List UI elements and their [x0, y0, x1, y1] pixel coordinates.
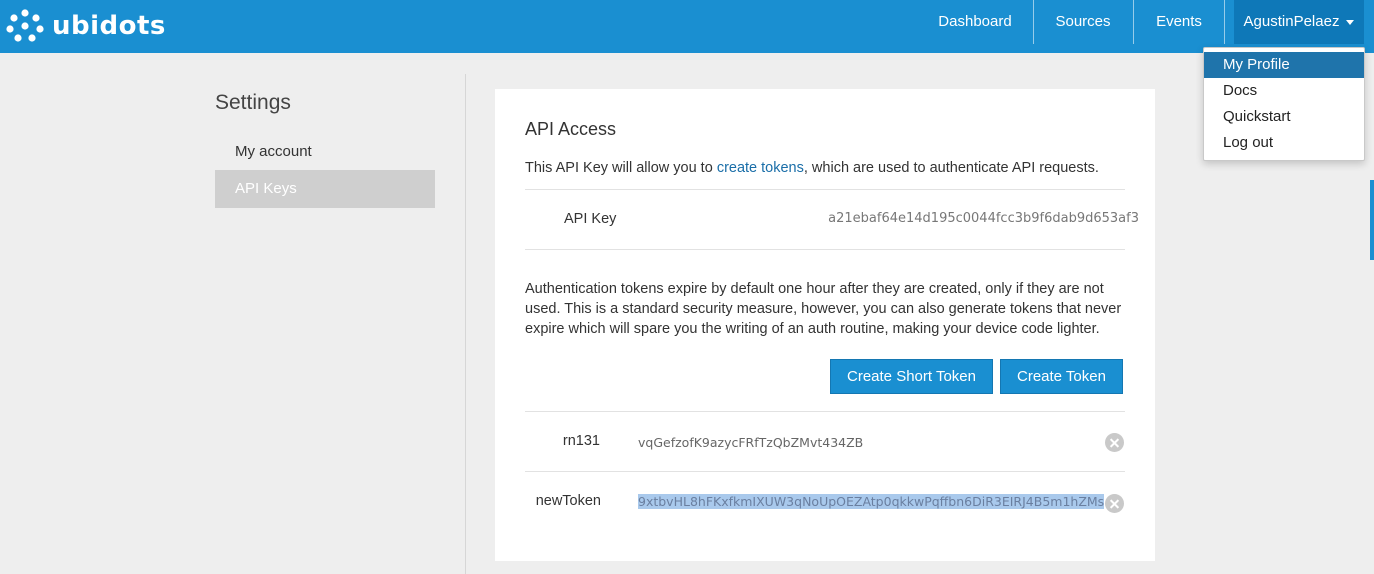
divider — [525, 189, 1125, 190]
create-tokens-link[interactable]: create tokens — [717, 160, 804, 176]
ubidots-logo[interactable]: ubidots — [6, 6, 166, 46]
nav-dashboard[interactable]: Dashboard — [926, 0, 1024, 44]
username: AgustinPelaez — [1243, 13, 1340, 30]
sidebar-item-my-account[interactable]: My account — [215, 133, 435, 171]
sidebar-divider — [465, 74, 466, 574]
delete-token-icon[interactable] — [1105, 494, 1124, 513]
menu-item-quickstart[interactable]: Quickstart — [1204, 104, 1364, 130]
api-intro-text: This API Key will allow you to create to… — [525, 160, 1099, 176]
menu-item-log-out[interactable]: Log out — [1204, 130, 1364, 156]
token-value-selected[interactable]: 9xtbvHL8hFKxfkmIXUW3qNoUpOEZAtp0qkkwPqff… — [638, 494, 1105, 509]
nav-sources[interactable]: Sources — [1043, 0, 1123, 44]
api-access-panel: API Access This API Key will allow you t… — [495, 89, 1155, 561]
dots-logo-icon — [6, 9, 44, 42]
create-token-button[interactable]: Create Token — [1000, 359, 1123, 394]
panel-title: API Access — [525, 119, 617, 139]
user-dropdown-menu: My Profile Docs Quickstart Log out — [1203, 47, 1365, 161]
sidebar-item-api-keys[interactable]: API Keys — [215, 170, 435, 208]
menu-item-my-profile[interactable]: My Profile — [1204, 52, 1364, 78]
intro-text-end: , which are used to authenticate API req… — [803, 160, 1099, 176]
delete-token-icon[interactable] — [1105, 433, 1124, 452]
token-value[interactable]: vqGefzofK9azycFRfTzQbZMvt434ZB — [638, 435, 863, 450]
top-navbar: ubidots Dashboard Sources Events Agustin… — [0, 0, 1374, 53]
api-key-value[interactable]: a21ebaf64e14d195c0044fcc3b9f6dab9d653af3 — [828, 211, 1139, 226]
feedback-tab[interactable] — [1370, 180, 1374, 260]
api-key-label: API Key — [564, 211, 617, 227]
caret-down-icon — [1346, 19, 1355, 25]
menu-item-docs[interactable]: Docs — [1204, 78, 1364, 104]
nav-divider — [1224, 0, 1225, 44]
divider — [525, 249, 1125, 250]
nav-divider — [1133, 0, 1134, 44]
nav-events[interactable]: Events — [1143, 0, 1215, 44]
nav-divider — [1033, 0, 1034, 44]
token-explanation-text: Authentication tokens expire by default … — [525, 281, 1122, 337]
divider — [525, 471, 1125, 472]
intro-text-start: This API Key will allow you to — [525, 160, 717, 176]
sidebar-title: Settings — [215, 91, 291, 114]
divider — [525, 411, 1125, 412]
create-short-token-button[interactable]: Create Short Token — [830, 359, 993, 394]
token-name: rn131 — [562, 433, 600, 449]
user-menu-toggle[interactable]: AgustinPelaez — [1234, 0, 1364, 44]
token-name: newToken — [535, 493, 601, 509]
brand-name: ubidots — [52, 11, 166, 41]
